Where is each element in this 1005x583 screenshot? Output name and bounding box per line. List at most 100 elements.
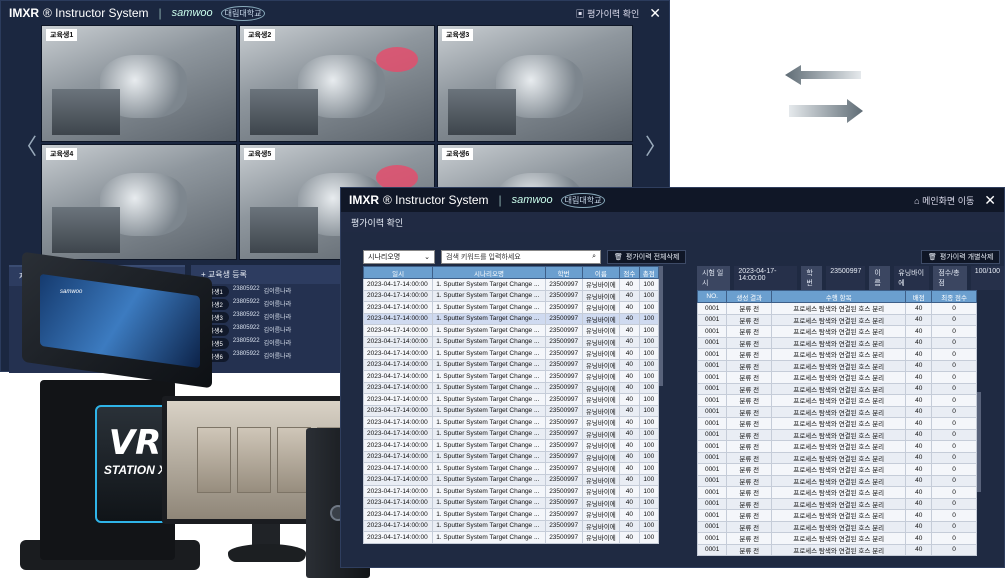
camera-view[interactable]: 교육생4 (41, 143, 237, 260)
table-cell: 23500997 (544, 508, 583, 521)
table-row[interactable]: 0001 분류 전 프로세스 탐색와 연결된 호스 분리 40 0 (697, 405, 977, 418)
table-row[interactable]: 2023-04-17-14:00:00 1. Sputter System Tar… (363, 439, 659, 452)
column-header[interactable]: 시나리오명 (432, 266, 546, 279)
table-row[interactable]: 2023-04-17-14:00:00 1. Sputter System Tar… (363, 450, 659, 463)
app-brand: IMXR (349, 193, 379, 207)
table-row[interactable]: 2023-04-17-14:00:00 1. Sputter System Tar… (363, 358, 659, 371)
table-row[interactable]: 0001 분류 전 프로세스 탐색와 연결된 호스 분리 40 0 (697, 325, 977, 338)
table-row[interactable]: 0001 분류 전 프로세스 탐색와 연결된 호스 분리 40 0 (697, 417, 977, 430)
table-row[interactable]: 2023-04-17-14:00:00 1. Sputter System Tar… (363, 427, 659, 440)
column-header[interactable]: 학번 (544, 266, 583, 279)
history-button[interactable]: ▣ 평가이력 확인 (576, 7, 640, 20)
search-icon[interactable]: ⌕ (592, 253, 596, 261)
table-row[interactable]: 0001 분류 전 프로세스 탐색와 연결된 호스 분리 40 0 (697, 359, 977, 372)
table-row[interactable]: 2023-04-17-14:00:00 1. Sputter System Tar… (363, 347, 659, 360)
table-row[interactable]: 0001 분류 전 프로세스 탐색와 연결된 호스 분리 40 0 (697, 451, 977, 464)
table-cell: 0001 (697, 348, 728, 361)
student-row[interactable]: 교육생1 23805922 김이름나라 (197, 286, 355, 297)
column-header[interactable]: NO. (697, 290, 728, 303)
table-row[interactable]: 0001 분류 전 프로세스 탐색와 연결된 호스 분리 40 0 (697, 440, 977, 453)
camera-view[interactable]: 교육생3 (437, 25, 633, 142)
student-row[interactable]: 교육생2 23805922 김이름나라 (197, 299, 355, 310)
table-cell: 프로세스 탐색와 연결된 호스 분리 (771, 371, 907, 384)
student-row[interactable]: 교육생3 23805922 김이름나라 (197, 312, 355, 323)
table-cell: 분류 전 (726, 359, 773, 372)
table-cell: 유닝바이에 (581, 312, 621, 325)
table-row[interactable]: 0001 분류 전 프로세스 탐색와 연결된 호스 분리 40 0 (697, 394, 977, 407)
delete-all-button[interactable]: 🗑 평가이력 전체삭제 (607, 250, 687, 264)
table-row[interactable]: 2023-04-17-14:00:00 1. Sputter System Tar… (363, 324, 659, 337)
scenario-select[interactable]: 시나리오명 ⌄ (363, 250, 435, 264)
table-row[interactable]: 2023-04-17-14:00:00 1. Sputter System Tar… (363, 519, 659, 532)
table-row[interactable]: 2023-04-17-14:00:00 1. Sputter System Tar… (363, 531, 659, 544)
table-row[interactable]: 2023-04-17-14:00:00 1. Sputter System Tar… (363, 278, 659, 291)
table-row[interactable]: 2023-04-17-14:00:00 1. Sputter System Tar… (363, 508, 659, 521)
close-icon[interactable]: ✕ (984, 192, 996, 209)
camera-view[interactable]: 교육생1 (41, 25, 237, 142)
search-input[interactable]: 검색 키워드를 입력하세요 ⌕ (441, 250, 601, 264)
table-cell: 23500997 (544, 439, 583, 452)
table-row[interactable]: 2023-04-17-14:00:00 1. Sputter System Tar… (363, 462, 659, 475)
table-row[interactable]: 0001 분류 전 프로세스 탐색와 연결된 호스 분리 40 0 (697, 313, 977, 326)
table-row[interactable]: 0001 분류 전 프로세스 탐색와 연결된 호스 분리 40 0 (697, 520, 977, 533)
table-row[interactable]: 2023-04-17-14:00:00 1. Sputter System Tar… (363, 335, 659, 348)
column-header[interactable]: 최종 점수 (931, 290, 977, 303)
table-row[interactable]: 2023-04-17-14:00:00 1. Sputter System Tar… (363, 301, 659, 314)
close-icon[interactable]: ✕ (649, 5, 661, 22)
table-row[interactable]: 0001 분류 전 프로세스 탐색와 연결된 호스 분리 40 0 (697, 428, 977, 441)
table-row[interactable]: 0001 분류 전 프로세스 탐색와 연결된 호스 분리 40 0 (697, 486, 977, 499)
info-value: 유닝바이에 (894, 266, 930, 290)
scrollbar[interactable] (977, 392, 981, 492)
table-row[interactable]: 2023-04-17-14:00:00 1. Sputter System Tar… (363, 485, 659, 498)
table-row[interactable]: 2023-04-17-14:00:00 1. Sputter System Tar… (363, 312, 659, 325)
student-row[interactable]: 교육생5 23805922 김이름나라 (197, 338, 355, 349)
next-arrow-icon[interactable]: 〉 (645, 129, 667, 161)
column-header[interactable]: 총점 (638, 266, 659, 279)
table-cell: 0001 (697, 440, 728, 453)
student-row[interactable]: 교육생6 23805922 김이름나라 (197, 351, 355, 362)
table-row[interactable]: 2023-04-17-14:00:00 1. Sputter System Tar… (363, 496, 659, 509)
column-header[interactable]: 생성 결과 (726, 290, 773, 303)
camera-view[interactable]: 교육생2 (239, 25, 435, 142)
column-header[interactable]: 일시 (363, 266, 434, 279)
home-button[interactable]: ⌂ 메인화면 이동 (914, 194, 974, 207)
table-row[interactable]: 2023-04-17-14:00:00 1. Sputter System Tar… (363, 393, 659, 406)
table-row[interactable]: 2023-04-17-14:00:00 1. Sputter System Tar… (363, 289, 659, 302)
table-cell: 2023-04-17-14:00:00 (363, 485, 434, 498)
delete-all-label: 평가이력 전체삭제 (625, 254, 680, 261)
student-row[interactable]: 교육생4 23805922 김이름나라 (197, 325, 355, 336)
table-cell: 23500997 (544, 301, 583, 314)
table-row[interactable]: 2023-04-17-14:00:00 1. Sputter System Tar… (363, 381, 659, 394)
table-row[interactable]: 0001 분류 전 프로세스 탐색와 연결된 호스 분리 40 0 (697, 382, 977, 395)
table-row[interactable]: 0001 분류 전 프로세스 탐색와 연결된 호스 분리 40 0 (697, 302, 977, 315)
table-row[interactable]: 0001 분류 전 프로세스 탐색와 연결된 호스 분리 40 0 (697, 371, 977, 384)
table-row[interactable]: 0001 분류 전 프로세스 탐색와 연결된 호스 분리 40 0 (697, 532, 977, 545)
search-placeholder: 검색 키워드를 입력하세요 (446, 254, 521, 261)
table-cell: 40 (619, 450, 640, 463)
table-row[interactable]: 2023-04-17-14:00:00 1. Sputter System Tar… (363, 370, 659, 383)
column-header[interactable]: 이름 (581, 266, 621, 279)
table-cell: 0001 (697, 532, 728, 545)
delete-one-button[interactable]: 🗑 평가이력 개별삭제 (921, 250, 1001, 264)
table-row[interactable]: 2023-04-17-14:00:00 1. Sputter System Tar… (363, 416, 659, 429)
table-row[interactable]: 0001 분류 전 프로세스 탐색와 연결된 호스 분리 40 0 (697, 463, 977, 476)
column-header[interactable]: 점수 (619, 266, 640, 279)
table-cell: 40 (619, 381, 640, 394)
table-cell: 0 (931, 348, 977, 361)
table-row[interactable]: 0001 분류 전 프로세스 탐색와 연결된 호스 분리 40 0 (697, 497, 977, 510)
table-row[interactable]: 0001 분류 전 프로세스 탐색와 연결된 호스 분리 40 0 (697, 348, 977, 361)
column-header[interactable]: 수행 항목 (771, 290, 907, 303)
scrollbar[interactable] (659, 266, 663, 386)
table-cell: 유닝바이에 (581, 485, 621, 498)
column-header[interactable]: 배점 (905, 290, 933, 303)
student-id: 23805922 (232, 312, 260, 318)
table-row[interactable]: 0001 분류 전 프로세스 탐색와 연결된 호스 분리 40 0 (697, 543, 977, 556)
table-cell: 프로세스 탐색와 연결된 호스 분리 (771, 520, 907, 533)
prev-arrow-icon[interactable]: 〈 (15, 129, 37, 161)
table-row[interactable]: 2023-04-17-14:00:00 1. Sputter System Tar… (363, 404, 659, 417)
table-row[interactable]: 2023-04-17-14:00:00 1. Sputter System Tar… (363, 473, 659, 486)
table-row[interactable]: 0001 분류 전 프로세스 탐색와 연결된 호스 분리 40 0 (697, 474, 977, 487)
history-table-wrap: 일시 시나리오명 학번 이름 점수 총점 2023-04-17-14:00:00 1. Spu… (363, 266, 659, 562)
table-row[interactable]: 0001 분류 전 프로세스 탐색와 연결된 호스 분리 40 0 (697, 336, 977, 349)
table-row[interactable]: 0001 분류 전 프로세스 탐색와 연결된 호스 분리 40 0 (697, 509, 977, 522)
